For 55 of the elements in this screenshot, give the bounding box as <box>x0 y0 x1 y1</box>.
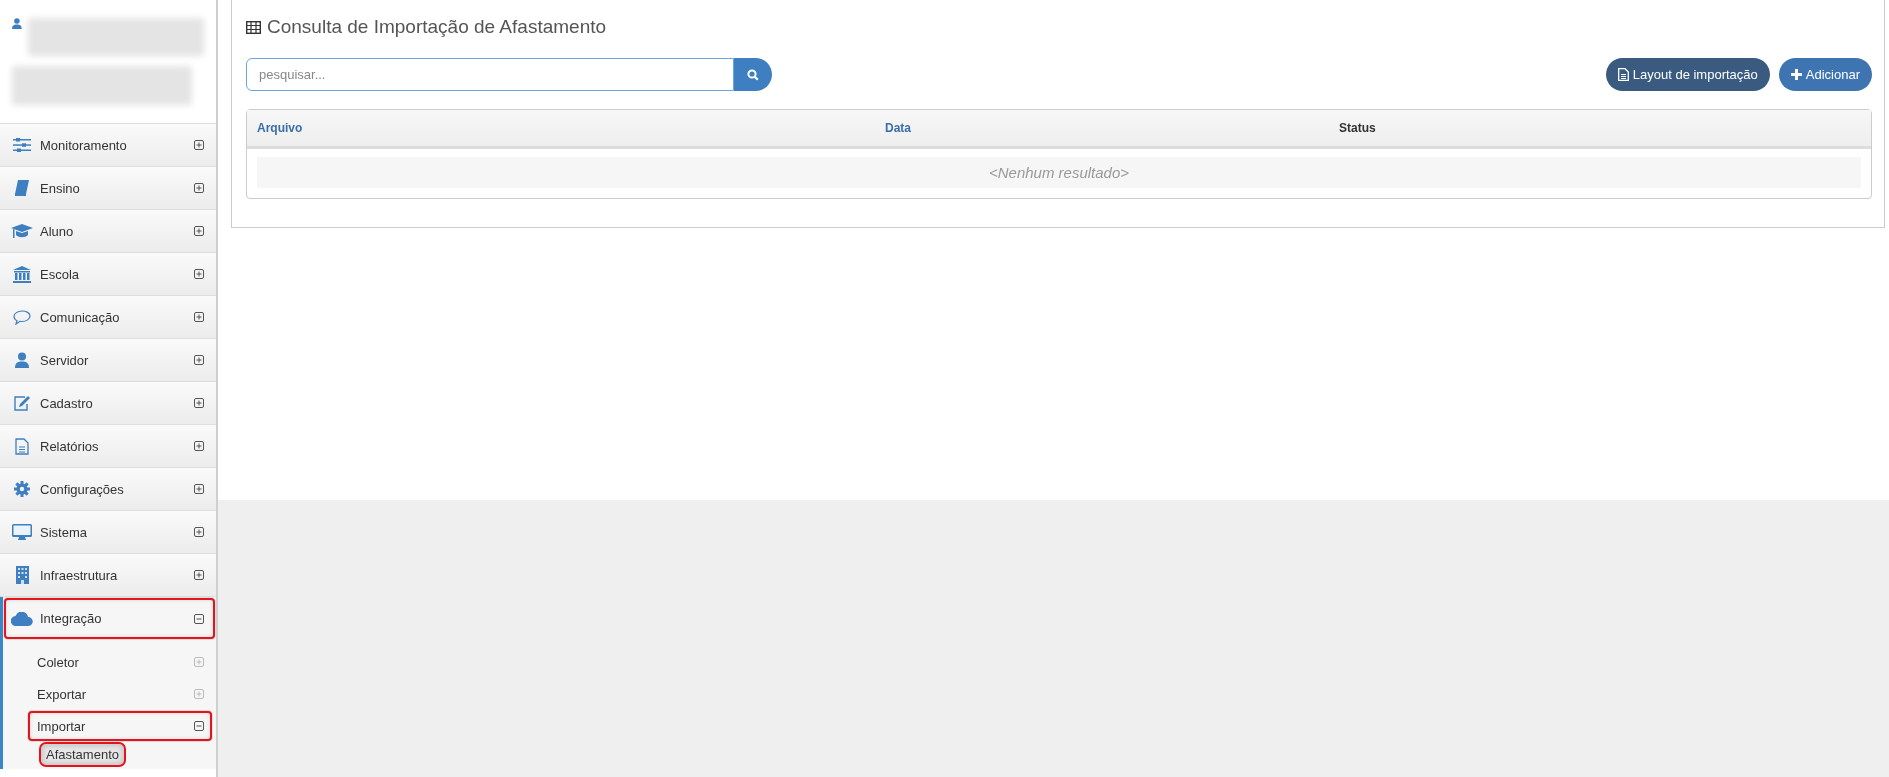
column-header: Status <box>1338 121 1377 135</box>
building-icon <box>15 566 29 584</box>
bank-icon <box>13 265 31 283</box>
submenu-item[interactable]: Afastamento <box>41 744 124 765</box>
menu-item[interactable]: Cadastro <box>0 382 216 425</box>
submenu-item[interactable]: Importar <box>27 710 213 742</box>
menu-item[interactable]: Sistema <box>0 511 216 554</box>
expand-icon[interactable] <box>194 183 204 193</box>
menu-item[interactable]: Integração <box>3 597 216 640</box>
menu-item[interactable]: Relatórios <box>0 425 216 468</box>
speech-bubble-icon <box>13 309 31 325</box>
table-icon <box>246 20 261 34</box>
graduation-cap-icon <box>11 223 33 239</box>
expand-icon[interactable] <box>194 226 204 236</box>
settings-icon <box>14 481 30 497</box>
submenu-item[interactable]: Coletor <box>27 646 213 678</box>
expand-icon[interactable] <box>194 441 204 451</box>
edit-icon <box>13 395 31 411</box>
menu-item[interactable]: Aluno <box>0 210 216 253</box>
expand-icon[interactable] <box>194 398 204 408</box>
book-icon <box>14 180 30 196</box>
document-icon <box>15 437 29 455</box>
expand-icon[interactable] <box>194 355 204 365</box>
expand-icon[interactable] <box>194 269 204 279</box>
menu-item[interactable]: Servidor <box>0 339 216 382</box>
search-field[interactable]: pesquisar... <box>246 58 734 91</box>
menu-item[interactable]: Monitoramento <box>0 124 216 167</box>
collapse-icon[interactable] <box>194 613 204 624</box>
menu-item[interactable]: Configurações <box>0 468 216 511</box>
menu-item[interactable]: Escola <box>0 253 216 296</box>
user-icon <box>12 18 22 29</box>
menu-item[interactable]: Ensino <box>0 167 216 210</box>
expand-icon[interactable] <box>194 570 204 580</box>
plus-icon <box>1790 69 1802 80</box>
menu-item[interactable]: Comunicação <box>0 296 216 339</box>
document-icon <box>1617 68 1629 81</box>
add-button[interactable]: Adicionar <box>1778 58 1872 91</box>
empty-message: <Nenhum resultado> <box>988 164 1130 181</box>
expand-icon[interactable] <box>194 484 204 494</box>
submenu-item[interactable]: Exportar <box>27 678 213 710</box>
menu-item[interactable]: Infraestrutura <box>0 554 216 597</box>
page-title: Consulta de Importação de Afastamento <box>267 16 607 38</box>
expand-icon[interactable] <box>194 527 204 537</box>
layout-button[interactable]: Layout de importação <box>1605 58 1770 91</box>
sliders-icon <box>13 138 31 152</box>
expand-icon[interactable] <box>194 312 204 322</box>
cloud-icon <box>11 611 33 626</box>
column-header[interactable]: Arquivo <box>247 121 875 135</box>
search-button[interactable] <box>734 58 772 91</box>
collapse-icon[interactable] <box>194 721 204 731</box>
monitor-icon <box>12 523 32 541</box>
search-icon <box>747 68 759 81</box>
expand-icon[interactable] <box>194 140 204 150</box>
column-header[interactable]: Data <box>875 121 1329 135</box>
user-icon <box>15 352 29 368</box>
